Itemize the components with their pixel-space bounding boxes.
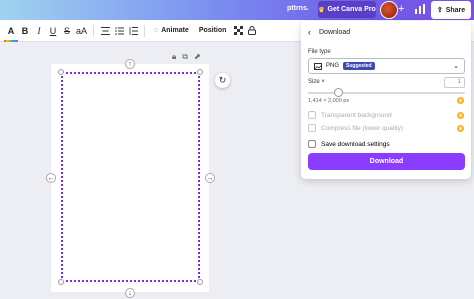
page-actions: 🔒︎ ⧉ ⬈ xyxy=(172,52,201,62)
dimensions-text: 1,414 × 2,000 px xyxy=(308,98,350,104)
checkbox[interactable] xyxy=(308,124,316,132)
duplicate-icon[interactable]: ⧉ xyxy=(182,52,188,62)
italic-button[interactable]: I xyxy=(32,22,46,40)
divider xyxy=(93,24,95,37)
resize-handle[interactable] xyxy=(197,69,203,75)
stats-icon[interactable] xyxy=(414,3,426,15)
size-slider[interactable] xyxy=(308,92,465,94)
strikethrough-button[interactable]: S xyxy=(60,22,74,40)
rotate-handle-bottom[interactable]: ↓ xyxy=(125,288,135,298)
add-collaborator-button[interactable]: + xyxy=(398,3,404,15)
crown-icon: ♛ xyxy=(318,6,325,14)
panel-title: Download xyxy=(319,28,351,36)
design-title[interactable]: pttrns. xyxy=(287,5,309,12)
refresh-icon[interactable]: ↻ xyxy=(215,73,230,88)
animate-label: Animate xyxy=(161,27,189,34)
get-canva-pro-button[interactable]: ♛ Get Canva Pro xyxy=(318,1,376,18)
list-icon[interactable] xyxy=(112,22,126,40)
image-icon xyxy=(314,62,322,70)
file-type-label: File type xyxy=(308,49,331,55)
panel-header: ‹ Download xyxy=(308,27,350,37)
text-color-button[interactable]: A xyxy=(4,22,18,42)
selection-frame[interactable] xyxy=(61,72,200,282)
resize-handle-left[interactable]: ← xyxy=(46,173,56,183)
share-label: Share xyxy=(445,6,466,14)
download-button[interactable]: Download xyxy=(308,153,465,170)
position-button[interactable]: Position xyxy=(194,22,232,40)
size-slider-handle[interactable] xyxy=(334,88,343,97)
back-icon[interactable]: ‹ xyxy=(308,27,311,37)
transparent-background-option[interactable]: Transparent background xyxy=(308,111,392,119)
resize-handle[interactable] xyxy=(58,69,64,75)
animate-icon: ◌ xyxy=(154,27,159,34)
crown-icon: ♛ xyxy=(457,125,464,132)
option-label: Compress file (lower quality) xyxy=(321,124,403,132)
checkbox[interactable] xyxy=(308,111,316,119)
save-settings-option[interactable]: Save download settings xyxy=(308,140,390,148)
file-type-value: PNG xyxy=(326,63,340,69)
spacing-icon[interactable] xyxy=(126,22,140,40)
size-input[interactable]: 1 xyxy=(444,77,465,88)
avatar[interactable] xyxy=(380,1,398,19)
download-panel: ‹ Download File type PNG Suggested ⌄ Siz… xyxy=(301,21,471,179)
chevron-down-icon: ⌄ xyxy=(453,63,459,70)
divider xyxy=(144,24,146,37)
crown-icon: ♛ xyxy=(457,112,464,119)
crown-icon: ♛ xyxy=(457,97,464,104)
file-type-select[interactable]: PNG Suggested ⌄ xyxy=(308,58,465,74)
text-case-button[interactable]: aA xyxy=(74,22,89,40)
option-label: Transparent background xyxy=(321,111,392,119)
get-canva-pro-label: Get Canva Pro xyxy=(327,6,376,13)
option-label: Save download settings xyxy=(321,140,390,148)
share-button[interactable]: ⇪ Share xyxy=(431,1,471,19)
resize-handle[interactable] xyxy=(197,279,203,285)
compress-file-option[interactable]: Compress file (lower quality) xyxy=(308,124,403,132)
add-page-icon[interactable]: ⬈ xyxy=(194,52,201,62)
bold-button[interactable]: B xyxy=(18,22,32,40)
animate-button[interactable]: ◌ Animate xyxy=(149,22,194,40)
lock-icon[interactable]: 🔒︎ xyxy=(172,52,176,62)
rotate-handle-top[interactable]: ↑ xyxy=(125,59,135,69)
size-label: Size × xyxy=(308,79,325,85)
share-icon: ⇪ xyxy=(436,7,443,14)
transparency-icon[interactable] xyxy=(231,22,245,40)
resize-handle-right[interactable]: → xyxy=(205,173,215,183)
lock-icon[interactable] xyxy=(245,22,259,40)
align-icon[interactable] xyxy=(98,22,112,40)
checkbox[interactable] xyxy=(308,140,316,148)
suggested-badge: Suggested xyxy=(343,62,375,70)
resize-handle[interactable] xyxy=(58,279,64,285)
underline-button[interactable]: U xyxy=(46,22,60,40)
